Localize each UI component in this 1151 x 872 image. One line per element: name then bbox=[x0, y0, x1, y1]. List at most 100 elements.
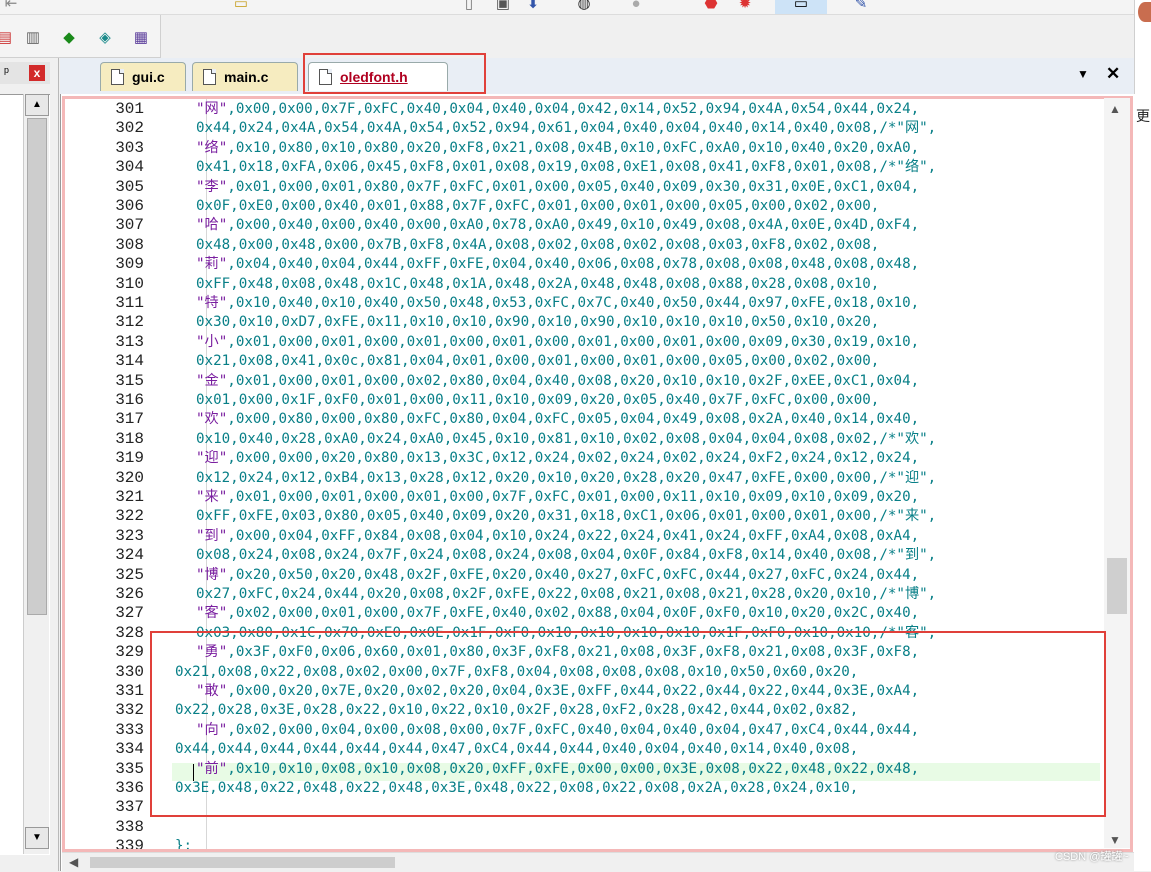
code-line[interactable]: 0x08,0x24,0x08,0x24,0x7F,0x24,0x08,0x24,… bbox=[196, 546, 936, 565]
annotation-box-tab bbox=[303, 53, 486, 94]
line-number: 327 bbox=[115, 604, 144, 623]
line-number: 338 bbox=[115, 817, 144, 836]
tab-main-c[interactable]: main.c bbox=[192, 62, 298, 91]
editor-horizontal-scrollbar[interactable]: ◀ bbox=[62, 852, 1134, 872]
project-scrollbar[interactable]: ▲ ▼ bbox=[23, 94, 49, 854]
chevron-down-icon[interactable]: ▼ bbox=[1077, 67, 1089, 81]
line-number: 331 bbox=[115, 682, 144, 700]
code-line[interactable]: "欢",0x00,0x80,0x00,0x80,0xFC,0x80,0x04,0… bbox=[196, 410, 919, 429]
code-line[interactable]: "迎",0x00,0x00,0x20,0x80,0x13,0x3C,0x12,0… bbox=[196, 449, 919, 468]
search-icon[interactable]: ◍ bbox=[573, 0, 595, 14]
document-icon bbox=[111, 69, 124, 85]
annotation-box-code bbox=[150, 631, 1106, 817]
scroll-thumb[interactable] bbox=[27, 118, 47, 615]
code-line[interactable]: 0x48,0x00,0x48,0x00,0x7B,0xF8,0x4A,0x08,… bbox=[196, 236, 879, 255]
code-line[interactable]: "网",0x00,0x00,0x7F,0xFC,0x40,0x04,0x40,0… bbox=[196, 100, 919, 119]
scroll-down-icon[interactable]: ▼ bbox=[1109, 833, 1121, 847]
line-number: 317 bbox=[115, 410, 144, 429]
line-number: 311 bbox=[115, 294, 144, 312]
code-line[interactable]: 0x41,0x18,0xFA,0x06,0x45,0xF8,0x01,0x08,… bbox=[196, 158, 936, 177]
line-number: 335 bbox=[115, 759, 144, 778]
line-number: 303 bbox=[115, 138, 144, 157]
code-line[interactable]: 0x0F,0xE0,0x00,0x40,0x01,0x88,0x7F,0xFC,… bbox=[196, 197, 879, 216]
secondary-toolbar: ▤ ▥ ◆ ◈ ▦ bbox=[0, 15, 161, 58]
code-line[interactable]: 0x27,0xFC,0x24,0x44,0x20,0x08,0x2F,0xFE,… bbox=[196, 585, 936, 604]
line-number: 333 bbox=[115, 720, 144, 739]
tab-gui-c[interactable]: gui.c bbox=[100, 62, 186, 91]
folder-icon[interactable]: ▭ bbox=[230, 0, 252, 14]
code-line[interactable]: "金",0x01,0x00,0x01,0x00,0x02,0x80,0x04,0… bbox=[196, 372, 919, 391]
line-number: 310 bbox=[115, 274, 144, 293]
line-number: 315 bbox=[115, 371, 144, 390]
scroll-down-icon[interactable]: ▼ bbox=[25, 827, 49, 849]
build-icon[interactable]: ▣ bbox=[492, 0, 514, 14]
line-number: 329 bbox=[115, 643, 144, 662]
code-line[interactable]: "来",0x01,0x00,0x01,0x00,0x01,0x00,0x7F,0… bbox=[196, 488, 919, 507]
gem-icon[interactable]: ◈ bbox=[94, 26, 116, 48]
code-line[interactable]: 0x21,0x08,0x41,0x0c,0x81,0x04,0x01,0x00,… bbox=[196, 352, 879, 371]
line-number: 302 bbox=[115, 119, 144, 138]
code-line[interactable]: "客",0x02,0x00,0x01,0x00,0x7F,0xFE,0x40,0… bbox=[196, 604, 919, 623]
avatar bbox=[1138, 2, 1151, 22]
line-number: 323 bbox=[115, 526, 144, 545]
line-number: 309 bbox=[115, 255, 144, 274]
line-number: 312 bbox=[115, 313, 144, 332]
line-number: 319 bbox=[115, 449, 144, 468]
code-line[interactable]: "络",0x10,0x80,0x10,0x80,0x20,0xF8,0x21,0… bbox=[196, 139, 919, 158]
code-line[interactable]: "博",0x20,0x50,0x20,0x48,0x2F,0xFE,0x20,0… bbox=[196, 566, 919, 585]
code-line[interactable]: 0x44,0x24,0x4A,0x54,0x4A,0x54,0x52,0x94,… bbox=[196, 119, 936, 138]
code-line[interactable]: "小",0x01,0x00,0x01,0x00,0x01,0x00,0x01,0… bbox=[196, 333, 919, 352]
code-line[interactable]: 0xFF,0xFE,0x03,0x80,0x05,0x40,0x09,0x20,… bbox=[196, 507, 936, 526]
line-number: 306 bbox=[115, 197, 144, 215]
document-icon bbox=[203, 69, 216, 85]
window-icon[interactable]: ▭ bbox=[775, 0, 827, 14]
close-icon[interactable]: ✕ bbox=[1106, 64, 1120, 84]
code-line[interactable]: 0x01,0x00,0x1F,0xF0,0x01,0x00,0x11,0x10,… bbox=[196, 391, 879, 410]
books-icon[interactable]: ▦ bbox=[130, 26, 152, 48]
pin-icon[interactable]: ᵖ bbox=[4, 64, 9, 79]
circle-icon[interactable]: ● bbox=[625, 0, 647, 14]
scroll-left-icon[interactable]: ◀ bbox=[69, 855, 78, 869]
line-number: 301 bbox=[115, 100, 144, 118]
line-number: 325 bbox=[115, 565, 144, 584]
line-number: 305 bbox=[115, 177, 144, 196]
line-number: 330 bbox=[115, 662, 144, 681]
diamond-icon[interactable]: ◆ bbox=[58, 26, 80, 48]
background-window: 更 bbox=[1134, 0, 1151, 871]
debug-icon[interactable]: ✹ bbox=[734, 0, 756, 14]
line-number: 332 bbox=[115, 701, 144, 720]
code-line[interactable]: 0xFF,0x48,0x08,0x48,0x1C,0x48,0x1A,0x48,… bbox=[196, 275, 879, 294]
insert-icon[interactable]: ▤ bbox=[0, 26, 16, 48]
line-number: 316 bbox=[115, 391, 144, 409]
scroll-up-icon[interactable]: ▲ bbox=[1109, 102, 1121, 116]
scroll-thumb[interactable] bbox=[1107, 558, 1127, 614]
code-line[interactable]: "特",0x10,0x40,0x10,0x40,0x50,0x48,0x53,0… bbox=[196, 294, 919, 313]
line-number: 314 bbox=[115, 352, 144, 371]
line-number: 321 bbox=[115, 488, 144, 506]
code-line[interactable]: 0x12,0x24,0x12,0xB4,0x13,0x28,0x12,0x20,… bbox=[196, 469, 936, 488]
code-line[interactable]: 0x10,0x40,0x28,0xA0,0x24,0xA0,0x45,0x10,… bbox=[196, 430, 936, 449]
download-icon[interactable]: ⬇ bbox=[522, 0, 544, 14]
page-icon[interactable]: ▯ bbox=[458, 0, 480, 14]
line-number: 318 bbox=[115, 429, 144, 448]
line-number: 334 bbox=[115, 740, 144, 759]
tool-icon[interactable]: ✎ bbox=[850, 0, 872, 14]
code-line[interactable]: 0x30,0x10,0xD7,0xFE,0x11,0x10,0x10,0x90,… bbox=[196, 313, 879, 332]
back-icon[interactable]: ⇤ bbox=[0, 0, 22, 14]
scroll-up-icon[interactable]: ▲ bbox=[25, 94, 49, 116]
line-number: 328 bbox=[115, 623, 144, 642]
line-number: 320 bbox=[115, 468, 144, 487]
editor-vertical-scrollbar[interactable]: ▲ ▼ bbox=[1104, 98, 1130, 848]
stop-icon[interactable]: ⬣ bbox=[700, 0, 722, 14]
close-icon[interactable]: x bbox=[29, 65, 45, 81]
background-text: 更 bbox=[1136, 108, 1150, 124]
line-number: 307 bbox=[115, 216, 144, 235]
code-line[interactable]: "李",0x01,0x00,0x01,0x80,0x7F,0xFC,0x01,0… bbox=[196, 178, 919, 197]
editor-tab-bar: gui.c main.c oledfont.h ▼ ✕ bbox=[60, 58, 1134, 94]
code-line[interactable]: "到",0x00,0x04,0xFF,0x84,0x08,0x04,0x10,0… bbox=[196, 527, 919, 546]
code-line[interactable]: "哈",0x00,0x40,0x00,0x40,0x00,0xA0,0x78,0… bbox=[196, 216, 919, 235]
scroll-thumb[interactable] bbox=[90, 857, 395, 868]
layers-icon[interactable]: ▥ bbox=[22, 26, 44, 48]
code-line[interactable]: "莉",0x04,0x40,0x04,0x44,0xFF,0xFE,0x04,0… bbox=[196, 255, 919, 274]
watermark: CSDN @罐罐~ bbox=[1055, 851, 1129, 863]
